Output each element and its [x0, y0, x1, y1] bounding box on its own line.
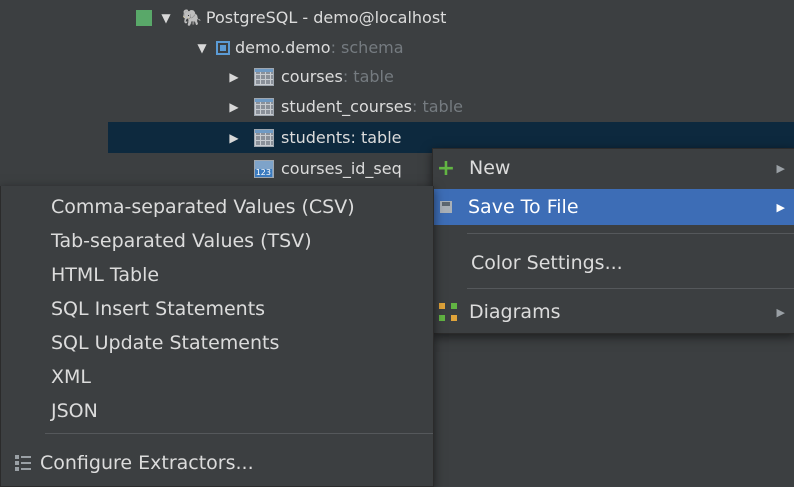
menu-separator: [467, 288, 794, 289]
submenu-item-tsv[interactable]: Tab-separated Values (TSV): [1, 224, 433, 258]
table-type: : table: [342, 67, 394, 86]
diagram-icon: [439, 303, 457, 321]
datasource-label: PostgreSQL - demo@localhost: [205, 8, 447, 27]
menu-item-save-to-file[interactable]: Save To File ▶: [433, 189, 794, 225]
expand-arrow-icon[interactable]: ▼: [194, 41, 210, 55]
status-square-icon: [136, 9, 152, 26]
submenu-item-xml[interactable]: XML: [1, 360, 433, 394]
collapse-arrow-icon[interactable]: ▶: [226, 70, 242, 84]
tree-row-schema[interactable]: ▼ demo.demo : schema: [194, 32, 404, 63]
save-to-file-submenu: Comma-separated Values (CSV) Tab-separat…: [0, 186, 434, 487]
submenu-item-label: XML: [51, 366, 91, 388]
submenu-item-configure-extractors[interactable]: Configure Extractors...: [1, 445, 433, 481]
submenu-arrow-icon: ▶: [776, 200, 785, 214]
menu-item-label: Diagrams: [469, 301, 561, 323]
submenu-item-label: SQL Update Statements: [51, 332, 280, 354]
tree-row-sequence[interactable]: 123 courses_id_seq: [254, 153, 402, 184]
sequence-icon: 123: [254, 159, 274, 178]
schema-name: demo.demo: [235, 38, 331, 57]
menu-item-new[interactable]: + New ▶: [433, 151, 794, 185]
table-icon: [254, 67, 274, 86]
submenu-item-sql-insert[interactable]: SQL Insert Statements: [1, 292, 433, 326]
menu-item-label: Color Settings...: [471, 252, 623, 274]
submenu-separator: [45, 433, 433, 434]
submenu-arrow-icon: ▶: [776, 161, 785, 175]
table-type: : table: [350, 128, 402, 147]
submenu-item-label: Tab-separated Values (TSV): [51, 230, 312, 252]
collapse-arrow-icon[interactable]: ▶: [226, 131, 242, 145]
submenu-arrow-icon: ▶: [776, 305, 785, 319]
submenu-item-sql-update[interactable]: SQL Update Statements: [1, 326, 433, 360]
menu-item-label: Save To File: [468, 196, 579, 218]
plus-icon: +: [436, 155, 456, 181]
expand-arrow-icon[interactable]: ▼: [158, 11, 174, 25]
table-name: student_courses: [281, 97, 412, 116]
table-type: : table: [411, 97, 463, 116]
submenu-item-label: Comma-separated Values (CSV): [51, 196, 355, 218]
menu-item-diagrams[interactable]: Diagrams ▶: [433, 295, 794, 329]
elephant-icon: 🐘: [182, 8, 202, 27]
submenu-item-label: SQL Insert Statements: [51, 298, 266, 320]
schema-type: : schema: [330, 38, 404, 57]
collapse-arrow-icon[interactable]: ▶: [226, 100, 242, 114]
menu-separator: [467, 233, 794, 234]
sequence-name: courses_id_seq: [281, 159, 402, 178]
schema-icon: [216, 40, 230, 55]
submenu-item-label: JSON: [51, 400, 98, 422]
table-name: courses: [281, 67, 343, 86]
table-icon: [254, 128, 274, 147]
tree-row-table[interactable]: ▶ student_courses : table: [226, 91, 463, 122]
submenu-item-label: HTML Table: [51, 264, 160, 286]
table-icon: [254, 97, 274, 116]
submenu-item-html-table[interactable]: HTML Table: [1, 258, 433, 292]
submenu-item-json[interactable]: JSON: [1, 394, 433, 428]
tree-row-table[interactable]: ▶ courses : table: [226, 61, 394, 92]
context-menu: + New ▶ Save To File ▶ Color Settings...…: [432, 148, 794, 334]
menu-item-label: New: [469, 157, 511, 179]
extractor-list-icon: [15, 454, 31, 472]
submenu-item-label: Configure Extractors...: [40, 452, 254, 474]
table-name: students: [281, 128, 351, 147]
submenu-item-csv[interactable]: Comma-separated Values (CSV): [1, 190, 433, 224]
tree-row-datasource[interactable]: ▼ 🐘 PostgreSQL - demo@localhost: [136, 2, 446, 33]
save-icon: [440, 201, 452, 213]
menu-item-color-settings[interactable]: Color Settings...: [433, 245, 794, 281]
